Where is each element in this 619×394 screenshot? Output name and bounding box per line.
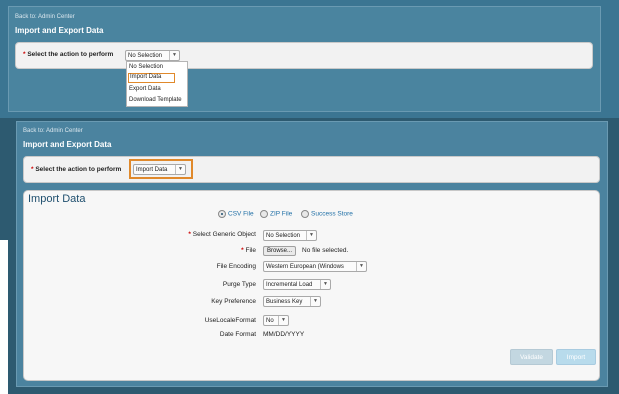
file-status: No file selected. [302, 247, 349, 254]
generic-object-select[interactable]: No Selection ▼ [263, 230, 317, 241]
radio-checked-icon[interactable] [218, 210, 226, 218]
back-to-admin-link[interactable]: Back to: Admin Center [15, 14, 75, 20]
use-locale-format-value: No [266, 318, 274, 324]
back-to-admin-link-2[interactable]: Back to: Admin Center [23, 128, 83, 134]
chevron-down-icon: ▼ [356, 262, 366, 271]
action-label-2: * Select the action to perform [31, 166, 121, 173]
left-edge-strip [0, 240, 8, 394]
key-preference-select[interactable]: Business Key ▼ [263, 296, 321, 307]
browse-button[interactable]: Browse... [263, 246, 297, 256]
file-type-zip[interactable]: ZIP File [260, 210, 292, 218]
purge-type-value: Incremental Load [266, 282, 313, 288]
page-title: Import and Export Data [15, 26, 104, 35]
radio-icon[interactable] [260, 210, 268, 218]
file-encoding-select[interactable]: Western European (Windows ▼ [263, 261, 367, 272]
chevron-down-icon: ▼ [320, 280, 330, 289]
action-select[interactable]: No Selection ▼ [125, 50, 180, 61]
chevron-down-icon: ▼ [278, 316, 288, 325]
action-dropdown-menu: No Selection Import Data Export Data Dow… [126, 61, 188, 107]
file-type-success-store-label: Success Store [311, 210, 353, 218]
action-select-value: No Selection [128, 53, 163, 59]
date-format-value: MM/DD/YYYY [263, 331, 305, 338]
dropdown-option-download-template[interactable]: Download Template [129, 97, 182, 103]
required-mark: * [31, 166, 34, 173]
action-select-2[interactable]: Import Data ▼ [133, 164, 186, 175]
chevron-down-icon: ▼ [306, 231, 316, 240]
file-type-csv-label: CSV File [228, 210, 254, 218]
validate-button[interactable]: Validate [510, 349, 553, 365]
file-encoding-label: File Encoding [216, 263, 256, 270]
dropdown-option-export-data[interactable]: Export Data [129, 86, 161, 92]
generic-object-label-text: Select Generic Object [192, 231, 256, 238]
generic-object-value: No Selection [266, 233, 301, 239]
radio-icon[interactable] [301, 210, 309, 218]
import-data-panel: Import Data CSV File ZIP File Success St… [23, 190, 600, 381]
purge-type-select[interactable]: Incremental Load ▼ [263, 279, 331, 290]
file-type-zip-label: ZIP File [270, 210, 293, 218]
required-mark: * [23, 51, 26, 58]
action-select-value: Import Data [136, 167, 168, 173]
dropdown-option-no-selection[interactable]: No Selection [129, 64, 163, 70]
import-title: Import Data [28, 193, 86, 205]
file-type-success-store[interactable]: Success Store [301, 210, 353, 218]
use-locale-format-select[interactable]: No ▼ [263, 315, 289, 326]
action-label: * Select the action to perform [23, 51, 113, 58]
key-preference-label: Key Preference [211, 298, 256, 305]
file-encoding-value: Western European (Windows [266, 264, 344, 270]
action-label-text: Select the action to perform [27, 51, 114, 58]
date-format-label: Date Format [219, 331, 256, 338]
dropdown-option-import-data[interactable]: Import Data [128, 73, 175, 83]
chevron-down-icon: ▼ [310, 297, 320, 306]
file-label-text: File [245, 247, 256, 254]
use-locale-format-label: UseLocaleFormat [204, 317, 256, 324]
purge-type-label: Purge Type [222, 281, 256, 288]
chevron-down-icon: ▼ [175, 165, 185, 174]
file-type-csv[interactable]: CSV File [218, 210, 254, 218]
page-title-2: Import and Export Data [23, 140, 112, 149]
generic-object-label: * Select Generic Object [116, 231, 256, 238]
key-preference-value: Business Key [266, 299, 303, 305]
import-button[interactable]: Import [556, 349, 596, 365]
chevron-down-icon: ▼ [169, 51, 179, 60]
action-label-text: Select the action to perform [35, 166, 122, 173]
file-label: * File [116, 247, 256, 254]
